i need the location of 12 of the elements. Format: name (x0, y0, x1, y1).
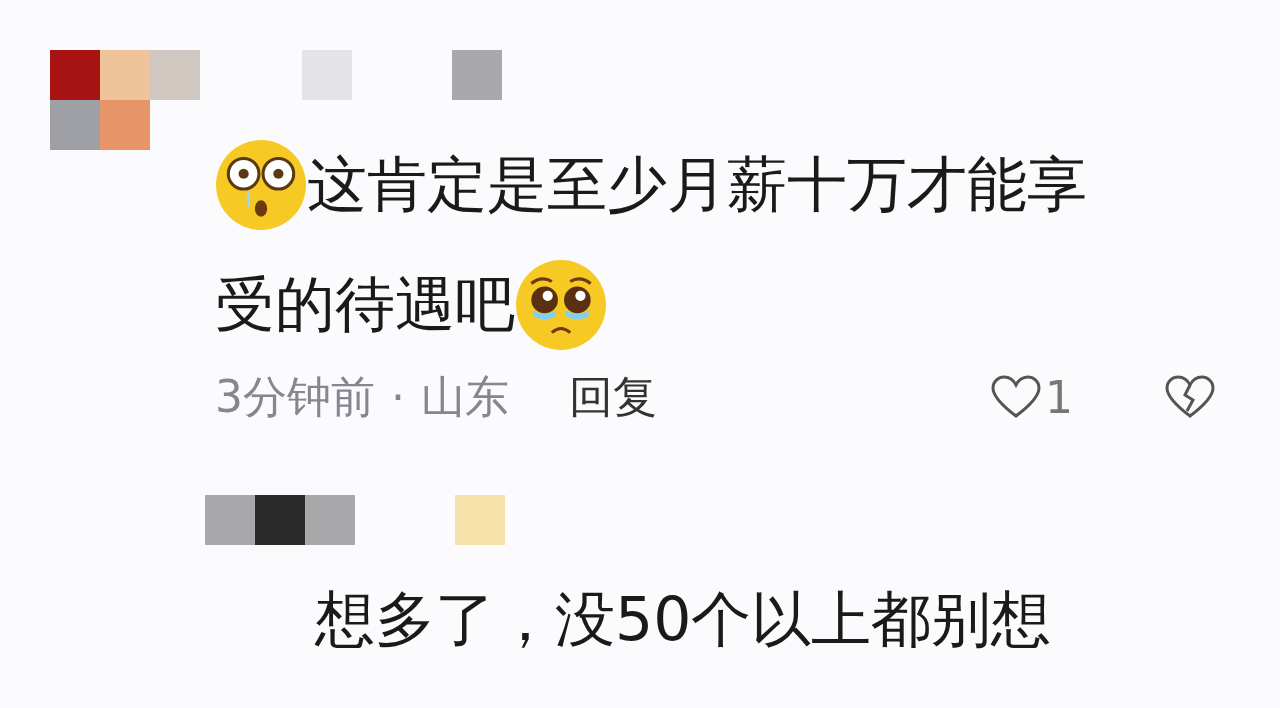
broken-heart-icon[interactable] (1165, 375, 1215, 419)
location-text: 山东 (421, 369, 509, 424)
heart-icon[interactable] (991, 375, 1041, 419)
comment-text: 这肯定是至少月薪十万才能享 (307, 147, 1087, 221)
comment-text: 受的待遇吧 (215, 267, 515, 341)
pleading-emoji-icon (515, 259, 607, 351)
dazed-emoji-icon (215, 139, 307, 231)
like-count: 1 (1045, 371, 1074, 423)
time-text: 3分钟前 (215, 369, 375, 424)
comment-text: 想多了，没50个以上都别想 (315, 582, 1052, 656)
reply-button[interactable]: 回复 (569, 367, 657, 427)
separator-dot: · (391, 371, 405, 423)
